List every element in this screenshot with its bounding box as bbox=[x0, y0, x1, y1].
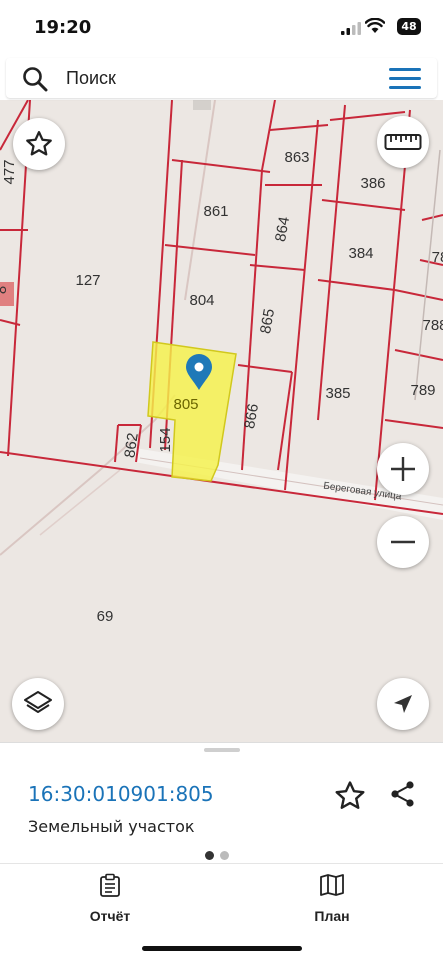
battery-icon: 48 bbox=[397, 18, 421, 35]
clipboard-icon bbox=[100, 873, 120, 897]
my-location-button[interactable] bbox=[377, 678, 429, 730]
plus-icon bbox=[391, 457, 415, 481]
layers-icon bbox=[24, 691, 52, 713]
page-dot bbox=[220, 851, 229, 860]
divider bbox=[0, 863, 443, 864]
wifi-icon bbox=[365, 18, 385, 33]
search-icon[interactable] bbox=[22, 66, 48, 92]
parcel-label: 805 bbox=[173, 396, 198, 413]
tab-plan-label: План bbox=[314, 908, 350, 924]
zoom-out-button[interactable] bbox=[377, 516, 429, 568]
zoom-in-button[interactable] bbox=[377, 443, 429, 495]
parcel-type: Земельный участок bbox=[28, 817, 195, 836]
parcel-label: 8 bbox=[0, 286, 10, 294]
search-input[interactable]: Поиск bbox=[66, 68, 116, 89]
cadastral-number[interactable]: 16:30:010901:805 bbox=[28, 782, 214, 806]
favorite-button[interactable] bbox=[13, 118, 65, 170]
hamburger-menu-icon[interactable] bbox=[389, 68, 421, 90]
ruler-icon bbox=[384, 134, 422, 150]
star-icon bbox=[26, 131, 52, 156]
parcel-label: 127 bbox=[75, 272, 100, 289]
parcel-label: 863 bbox=[284, 149, 309, 166]
minus-icon bbox=[391, 540, 415, 544]
home-indicator[interactable] bbox=[142, 946, 302, 951]
parcel-label: 788 bbox=[422, 317, 443, 334]
cellular-signal-icon bbox=[341, 22, 361, 35]
parcel-label: 861 bbox=[203, 203, 228, 220]
parcel-label: 804 bbox=[189, 292, 214, 309]
star-icon[interactable] bbox=[333, 779, 367, 813]
clock: 19:20 bbox=[34, 17, 92, 38]
page-dot-active bbox=[205, 851, 214, 860]
parcel-label: 154 bbox=[157, 427, 174, 452]
tab-report-label: Отчёт bbox=[89, 908, 131, 924]
parcel-label: 862 bbox=[121, 432, 141, 459]
parcel-info-sheet[interactable]: 16:30:010901:805 Земельный участок Отчёт… bbox=[0, 742, 443, 961]
share-icon[interactable] bbox=[388, 779, 418, 809]
parcel-label: 69 bbox=[97, 608, 114, 625]
tab-plan[interactable]: План bbox=[277, 873, 387, 924]
status-bar: 19:20 48 bbox=[0, 0, 443, 56]
tab-report[interactable]: Отчёт bbox=[55, 873, 165, 924]
sheet-drag-handle[interactable] bbox=[204, 748, 240, 752]
parcel-label: 384 bbox=[348, 245, 373, 262]
cadastral-map[interactable]: 477 127 861 863 386 864 384 804 865 805 … bbox=[0, 100, 443, 745]
map-view[interactable]: 477 127 861 863 386 864 384 804 865 805 … bbox=[0, 100, 443, 745]
parcel-label: 385 bbox=[325, 385, 350, 402]
parcel-label: 789 bbox=[410, 382, 435, 399]
layers-button[interactable] bbox=[12, 678, 64, 730]
parcel-label: 78 bbox=[432, 249, 443, 266]
navigation-arrow-icon bbox=[394, 695, 412, 713]
parcel-label: 477 bbox=[1, 159, 18, 184]
parcel-label: 386 bbox=[360, 175, 385, 192]
map-icon bbox=[320, 874, 344, 896]
ruler-button[interactable] bbox=[377, 116, 429, 168]
search-bar[interactable]: Поиск bbox=[6, 58, 437, 98]
